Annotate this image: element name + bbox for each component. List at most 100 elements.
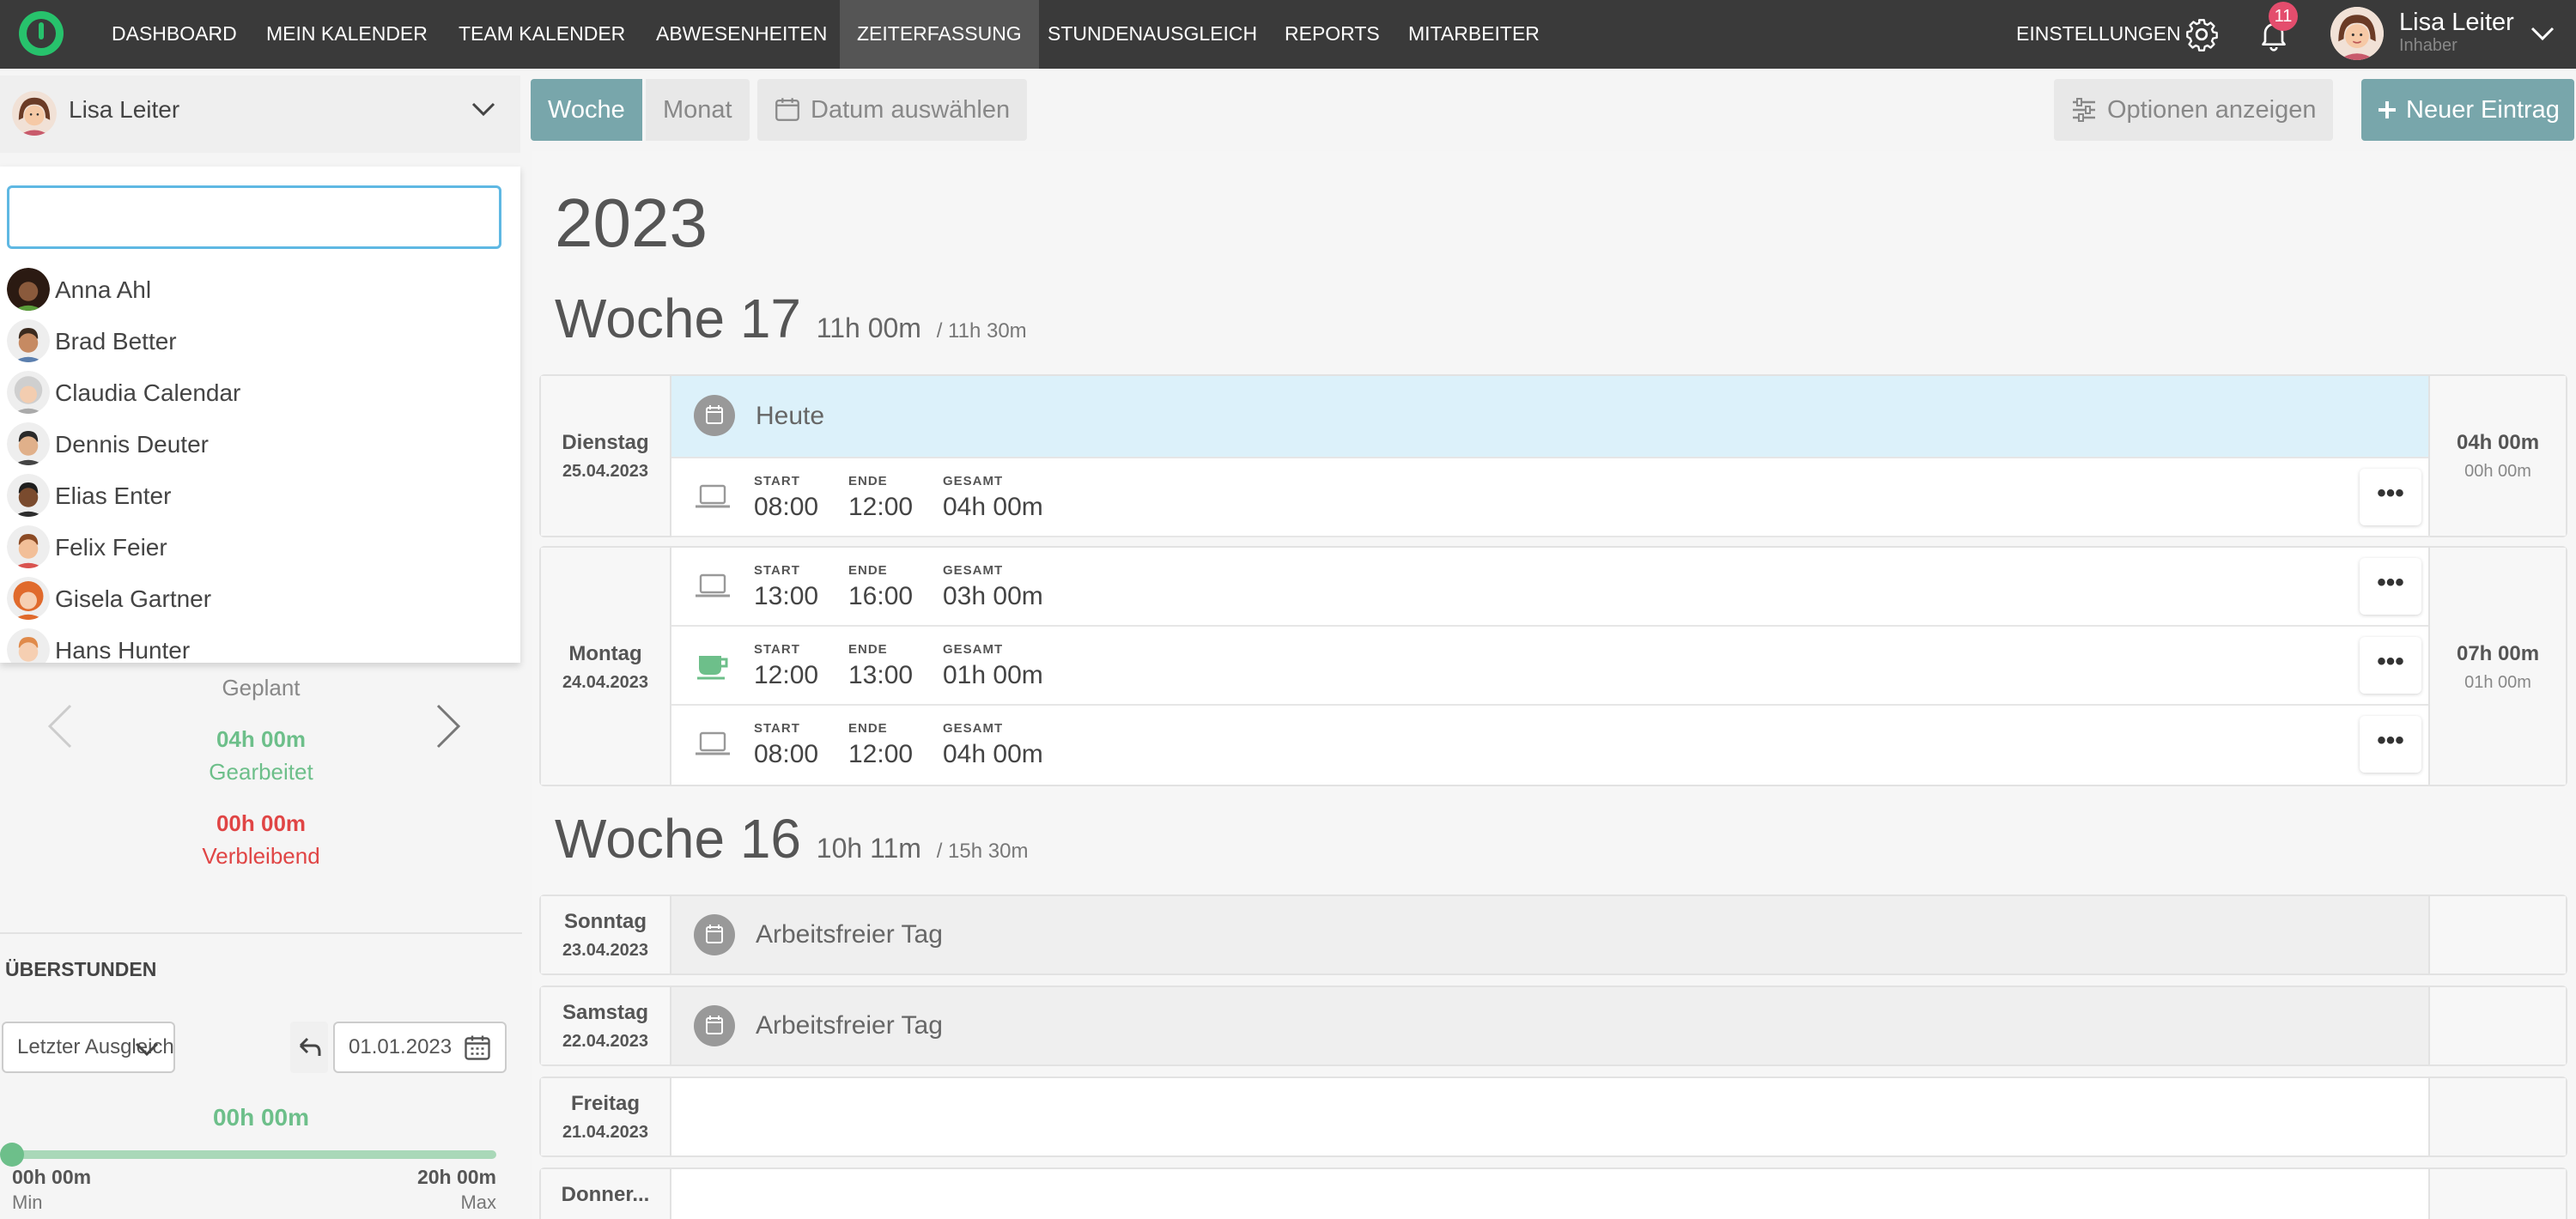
employee-dropdown: Anna Ahl Brad Better Claudia Calendar De… — [0, 167, 520, 663]
avatar — [7, 474, 50, 517]
time-entry-row[interactable]: START 13:00 ENDE 16:00 GESAMT 03h 00m ••… — [671, 548, 2430, 627]
employee-option-claudia-calendar[interactable]: Claudia Calendar — [0, 367, 520, 419]
nav-team-kalender[interactable]: TEAM KALENDER — [441, 0, 642, 69]
start-label: START — [754, 721, 800, 736]
chevron-down-icon[interactable] — [2530, 24, 2555, 43]
avatar — [7, 628, 50, 663]
day-name: Montag — [568, 642, 642, 665]
ueberstunden-title: ÜBERSTUNDEN — [5, 958, 157, 980]
employee-option-gisela-gartner[interactable]: Gisela Gartner — [0, 573, 520, 625]
day-off-label: Arbeitsfreier Tag — [756, 1011, 943, 1040]
time-entry-row[interactable]: START 08:00 ENDE 12:00 GESAMT 04h 00m ••… — [671, 458, 2430, 537]
day-total-sub: 01h 00m — [2464, 673, 2531, 692]
employee-option-dennis-deuter[interactable]: Dennis Deuter — [0, 419, 520, 470]
day-date: 24.04.2023 — [562, 673, 649, 692]
day-card-donnerstag: Donner... — [539, 1167, 2567, 1219]
time-entry-row[interactable]: START 12:00 ENDE 13:00 GESAMT 01h 00m ••… — [671, 627, 2430, 706]
employee-option-label: Gisela Gartner — [55, 585, 212, 612]
chevron-down-icon[interactable] — [134, 1040, 160, 1058]
geplant-label: Geplant — [222, 675, 301, 700]
more-options-button[interactable]: ••• — [2360, 469, 2421, 525]
gear-icon[interactable] — [2184, 17, 2219, 52]
day-date: 22.04.2023 — [562, 1032, 649, 1051]
more-options-button[interactable]: ••• — [2360, 716, 2421, 773]
user-name[interactable]: Lisa Leiter — [2399, 9, 2514, 37]
employee-option-felix-feier[interactable]: Felix Feier — [0, 522, 520, 573]
start-value: 08:00 — [754, 493, 819, 521]
day-label: Samstag 22.04.2023 — [541, 987, 671, 1064]
calendar-icon — [775, 98, 799, 121]
new-entry-label: Neuer Eintrag — [2406, 96, 2560, 124]
day-total-sub: 00h 00m — [2464, 462, 2531, 481]
more-options-button[interactable]: ••• — [2360, 637, 2421, 694]
week-target: / 11h 30m — [936, 319, 1027, 343]
more-options-button[interactable]: ••• — [2360, 558, 2421, 615]
day-name: Donner... — [561, 1183, 650, 1206]
day-label: Sonntag 23.04.2023 — [541, 896, 671, 973]
employee-option-hans-hunter[interactable]: Hans Hunter — [0, 625, 520, 663]
selected-employee-name[interactable]: Lisa Leiter — [69, 96, 179, 124]
options-label: Optionen anzeigen — [2107, 96, 2317, 124]
nav-abwesenheiten[interactable]: ABWESENHEITEN — [639, 0, 844, 69]
undo-button[interactable] — [290, 1022, 328, 1073]
chevron-down-icon[interactable] — [471, 100, 496, 118]
view-week-button[interactable]: Woche — [531, 79, 642, 141]
avatar — [7, 268, 50, 311]
time-entry-row[interactable]: START 08:00 ENDE 12:00 GESAMT 04h 00m ••… — [671, 706, 2430, 785]
gesamt-label: GESAMT — [943, 563, 1004, 578]
new-entry-button[interactable]: Neuer Eintrag — [2361, 79, 2574, 141]
nav-dashboard[interactable]: DASHBOARD — [94, 0, 254, 69]
day-off-row: Arbeitsfreier Tag — [671, 987, 2430, 1064]
day-label: Montag 24.04.2023 — [541, 548, 671, 785]
ueberstunden-slider[interactable] — [12, 1150, 496, 1159]
day-name: Dienstag — [562, 431, 649, 454]
employee-option-label: Felix Feier — [55, 534, 167, 561]
employee-search-input[interactable] — [7, 185, 501, 249]
app-logo[interactable] — [19, 11, 64, 56]
verbleibend-label: Verbleibend — [202, 843, 320, 869]
slider-min-label: Min — [12, 1192, 43, 1213]
slider-handle[interactable] — [0, 1143, 24, 1167]
start-value: 08:00 — [754, 740, 819, 768]
user-avatar[interactable] — [2330, 7, 2384, 60]
day-date: 21.04.2023 — [562, 1123, 649, 1142]
year-heading: 2023 — [555, 185, 708, 261]
employee-option-brad-better[interactable]: Brad Better — [0, 316, 520, 367]
ende-label: ENDE — [848, 642, 888, 657]
gesamt-value: 04h 00m — [943, 493, 1043, 521]
employee-option-label: Brad Better — [55, 328, 177, 355]
day-name: Freitag — [570, 1092, 640, 1115]
divider — [0, 932, 522, 934]
nav-mein-kalender[interactable]: MEIN KALENDER — [249, 0, 445, 69]
day-label: Dienstag 25.04.2023 — [541, 376, 671, 536]
today-label: Heute — [756, 402, 825, 430]
ende-label: ENDE — [848, 474, 888, 488]
gesamt-value: 03h 00m — [943, 582, 1043, 610]
view-month-button[interactable]: Monat — [646, 79, 750, 141]
day-total — [2428, 987, 2566, 1064]
gesamt-label: GESAMT — [943, 642, 1004, 657]
calendar-icon[interactable] — [462, 1032, 493, 1063]
nav-stundenausgleich[interactable]: STUNDENAUSGLEICH — [1030, 0, 1274, 69]
coffee-icon — [697, 656, 728, 680]
nav-zeiterfassung[interactable]: ZEITERFASSUNG — [840, 0, 1039, 69]
nav-reports[interactable]: REPORTS — [1267, 0, 1397, 69]
settings-link[interactable]: EINSTELLUNGEN — [2016, 0, 2181, 69]
day-label: Freitag 21.04.2023 — [541, 1078, 671, 1155]
day-off-row: Arbeitsfreier Tag — [671, 896, 2430, 973]
laptop-icon — [696, 484, 730, 508]
slider-max-value: 20h 00m — [416, 1166, 496, 1188]
day-total — [2428, 1169, 2566, 1219]
options-button[interactable]: Optionen anzeigen — [2054, 79, 2334, 141]
day-total — [2428, 1078, 2566, 1155]
day-card-sonntag: Sonntag 23.04.2023 Arbeitsfreier Tag — [539, 895, 2567, 975]
week-heading: Woche 17 11h 00m / 11h 30m — [555, 287, 1027, 350]
week-total: 11h 00m — [816, 312, 921, 343]
top-navigation: DASHBOARD MEIN KALENDER TEAM KALENDER AB… — [0, 0, 2576, 69]
ende-label: ENDE — [848, 563, 888, 578]
nav-mitarbeiter[interactable]: MITARBEITER — [1391, 0, 1557, 69]
date-pick-button[interactable]: Datum auswählen — [757, 79, 1028, 141]
employee-option-anna-ahl[interactable]: Anna Ahl — [0, 264, 520, 316]
employee-option-elias-enter[interactable]: Elias Enter — [0, 470, 520, 522]
gesamt-label: GESAMT — [943, 721, 1004, 736]
